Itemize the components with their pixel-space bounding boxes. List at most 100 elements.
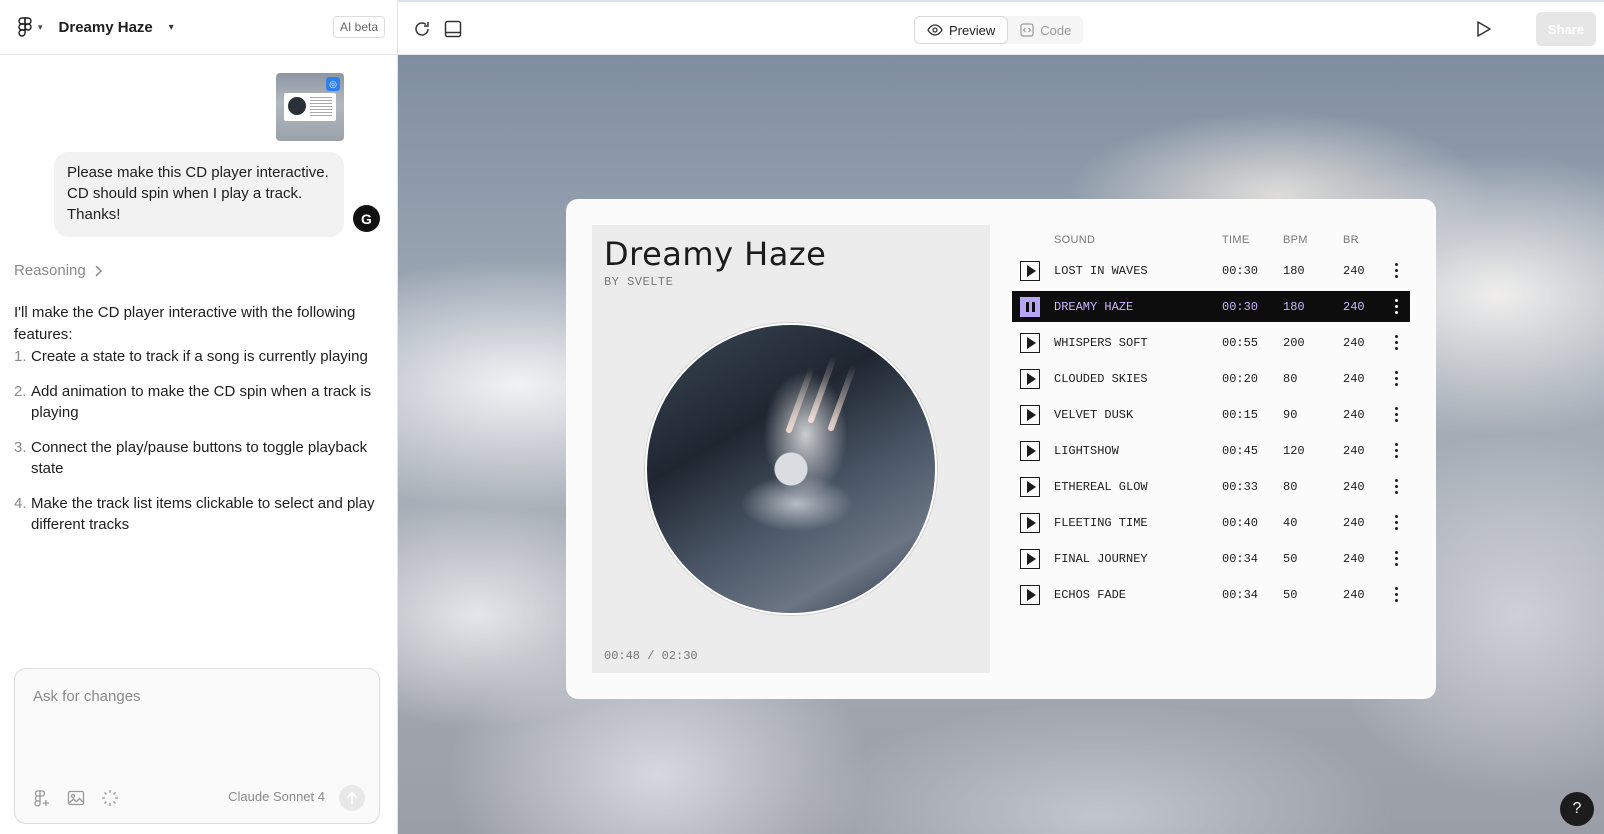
composer-input[interactable]: Ask for changes — [33, 688, 141, 705]
play-icon — [1026, 372, 1036, 385]
assistant-message: I'll make the CD player interactive with… — [14, 302, 386, 549]
pause-track-button[interactable] — [1020, 296, 1040, 317]
composer-tools — [33, 789, 119, 807]
play-icon — [1026, 552, 1036, 565]
track-bpm: 80 — [1283, 371, 1298, 386]
model-selector[interactable]: Claude Sonnet 4 — [228, 789, 325, 804]
table-row[interactable]: ECHOS FADE 00:34 50 240 — [1012, 579, 1410, 610]
column-time: TIME — [1222, 234, 1250, 246]
kebab-menu-icon[interactable] — [1394, 515, 1398, 530]
attached-screenshot-thumbnail[interactable]: ◎ — [276, 73, 344, 141]
image-icon[interactable] — [67, 789, 85, 807]
track-time: 00:30 — [1222, 299, 1259, 314]
table-row-active[interactable]: DREAMY HAZE 00:30 180 240 — [1012, 291, 1410, 322]
chat-composer[interactable]: Ask for changes Claude Sonnet 4 — [14, 668, 380, 824]
time-separator: / — [647, 649, 655, 663]
kebab-menu-icon[interactable] — [1394, 479, 1398, 494]
column-br: BR — [1343, 234, 1359, 246]
track-br: 240 — [1343, 263, 1365, 278]
project-menu-chevron-icon[interactable]: ▾ — [169, 22, 174, 33]
table-row[interactable]: FINAL JOURNEY 00:34 50 240 — [1012, 543, 1410, 574]
table-row[interactable]: ETHEREAL GLOW 00:33 80 240 — [1012, 471, 1410, 502]
track-name: FLEETING TIME — [1054, 515, 1148, 530]
user-message: Please make this CD player interactive. … — [54, 152, 344, 237]
track-bpm: 90 — [1283, 407, 1298, 422]
play-track-button[interactable] — [1020, 260, 1040, 281]
kebab-menu-icon[interactable] — [1394, 299, 1398, 314]
view-toggle: Preview Code — [914, 16, 1084, 44]
help-button[interactable]: ? — [1560, 792, 1594, 826]
tab-preview[interactable]: Preview — [914, 16, 1009, 44]
eye-icon — [927, 24, 943, 36]
track-br: 240 — [1343, 587, 1365, 602]
track-bpm: 120 — [1283, 443, 1305, 458]
track-name: WHISPERS SOFT — [1054, 335, 1148, 350]
table-row[interactable]: FLEETING TIME 00:40 40 240 — [1012, 507, 1410, 538]
table-row[interactable]: CLOUDED SKIES 00:20 80 240 — [1012, 363, 1410, 394]
sparkle-cursor-icon[interactable] — [101, 789, 119, 807]
figma-logo-icon[interactable] — [14, 16, 36, 38]
track-time: 00:34 — [1222, 587, 1259, 602]
assistant-intro: I'll make the CD player interactive with… — [14, 304, 356, 343]
album-panel: Dreamy Haze BY SVELTE 00:48 / 02:30 — [592, 225, 990, 673]
kebab-menu-icon[interactable] — [1394, 443, 1398, 458]
reasoning-toggle[interactable]: Reasoning — [14, 262, 102, 279]
track-br: 240 — [1343, 371, 1365, 386]
play-track-button[interactable] — [1020, 584, 1040, 605]
track-time: 00:30 — [1222, 263, 1259, 278]
play-track-button[interactable] — [1020, 404, 1040, 425]
table-row[interactable]: LIGHTSHOW 00:45 120 240 — [1012, 435, 1410, 466]
time-total: 02:30 — [661, 649, 698, 663]
table-row[interactable]: VELVET DUSK 00:15 90 240 — [1012, 399, 1410, 430]
track-br: 240 — [1343, 551, 1365, 566]
project-title[interactable]: Dreamy Haze — [59, 19, 153, 36]
track-br: 240 — [1343, 335, 1365, 350]
track-br: 240 — [1343, 407, 1365, 422]
kebab-menu-icon[interactable] — [1394, 263, 1398, 278]
cd-disc[interactable] — [645, 323, 937, 615]
play-icon — [1026, 264, 1036, 277]
play-track-button[interactable] — [1020, 548, 1040, 569]
send-arrow-icon — [346, 791, 358, 804]
kebab-menu-icon[interactable] — [1394, 407, 1398, 422]
track-time: 00:55 — [1222, 335, 1259, 350]
play-track-button[interactable] — [1020, 332, 1040, 353]
track-name: ETHEREAL GLOW — [1054, 479, 1148, 494]
kebab-menu-icon[interactable] — [1394, 551, 1398, 566]
attachment-badge-icon: ◎ — [326, 77, 340, 91]
step-text: Make the track list items clickable to s… — [31, 494, 375, 534]
panel-icon[interactable] — [443, 19, 463, 39]
play-icon[interactable] — [1476, 20, 1492, 43]
play-track-button[interactable] — [1020, 368, 1040, 389]
track-time: 00:34 — [1222, 551, 1259, 566]
track-name: VELVET DUSK — [1054, 407, 1134, 422]
column-sound: SOUND — [1054, 234, 1096, 246]
kebab-menu-icon[interactable] — [1394, 587, 1398, 602]
track-bpm: 50 — [1283, 587, 1298, 602]
kebab-menu-icon[interactable] — [1394, 371, 1398, 386]
album-artist: BY SVELTE — [604, 275, 674, 289]
send-button[interactable] — [339, 785, 365, 811]
step-number: 3. — [14, 438, 27, 456]
track-name: DREAMY HAZE — [1054, 299, 1134, 314]
reasoning-label: Reasoning — [14, 262, 86, 279]
play-track-button[interactable] — [1020, 476, 1040, 497]
kebab-menu-icon[interactable] — [1394, 335, 1398, 350]
step-number: 4. — [14, 494, 27, 512]
step-list: 1. Create a state to track if a song is c… — [14, 346, 386, 536]
cd-player-card: Dreamy Haze BY SVELTE 00:48 / 02:30 SOUN… — [566, 199, 1436, 699]
play-track-button[interactable] — [1020, 512, 1040, 533]
step-text: Create a state to track if a song is cur… — [31, 348, 368, 365]
tab-code-label: Code — [1040, 22, 1072, 38]
play-track-button[interactable] — [1020, 440, 1040, 461]
tab-code[interactable]: Code — [1008, 16, 1083, 44]
ai-beta-badge: AI beta — [332, 16, 385, 38]
figma-add-icon[interactable] — [33, 789, 51, 807]
table-row[interactable]: LOST IN WAVES 00:30 180 240 — [1012, 255, 1410, 286]
refresh-icon[interactable] — [412, 19, 432, 39]
track-br: 240 — [1343, 515, 1365, 530]
table-row[interactable]: WHISPERS SOFT 00:55 200 240 — [1012, 327, 1410, 358]
track-bpm: 180 — [1283, 263, 1305, 278]
chevron-down-icon[interactable]: ▾ — [38, 22, 43, 33]
share-button[interactable]: Share — [1536, 12, 1596, 46]
